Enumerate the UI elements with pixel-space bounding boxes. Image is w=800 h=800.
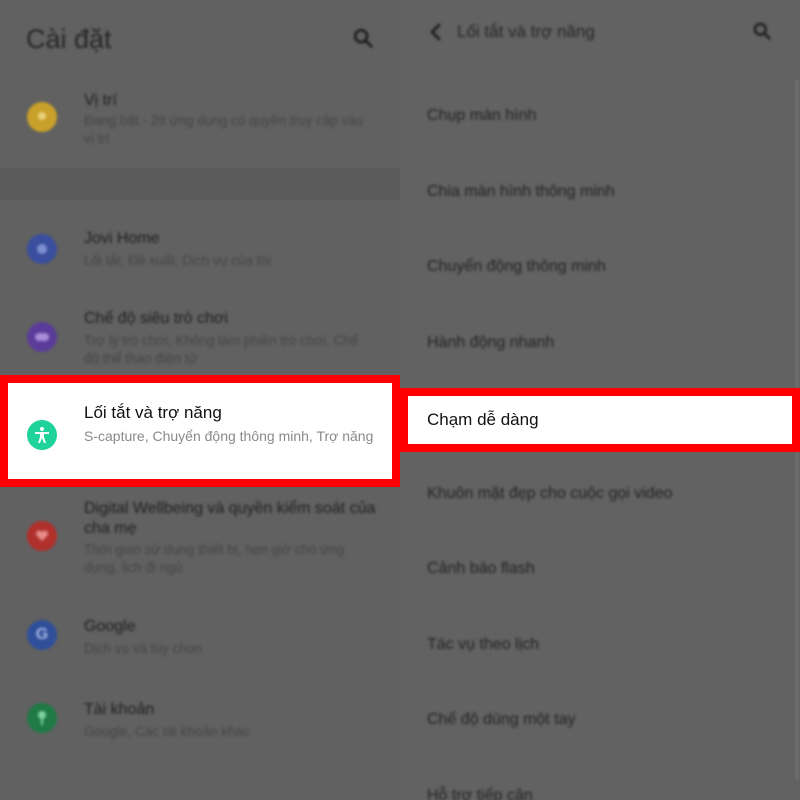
menu-item-flash-alert[interactable]: Cảnh báo flash (427, 560, 535, 578)
item-subtitle: Trợ lý trò chơi, Không làm phiền trò chơ… (84, 333, 359, 366)
location-icon (27, 102, 57, 132)
accessibility-icon (27, 420, 57, 450)
item-subtitle: Dịch vụ và tùy chọn (84, 641, 202, 656)
settings-item-game-mode[interactable]: Chế độ siêu trò chơi Trợ lý trò chơi, Kh… (0, 308, 400, 368)
item-title: Digital Wellbeing và quyền kiểm soát của… (84, 500, 376, 537)
menu-item-one-hand-mode[interactable]: Chế độ dùng một tay (427, 711, 576, 729)
menu-item-scheduled-tasks[interactable]: Tác vụ theo lịch (427, 636, 539, 654)
item-subtitle: Google, Các tài khoản khác (84, 724, 250, 739)
jovi-icon (27, 234, 57, 264)
section-divider (0, 168, 400, 200)
menu-item-screenshot[interactable]: Chụp màn hình (427, 107, 536, 125)
menu-item-quick-action[interactable]: Hành động nhanh (427, 334, 554, 352)
item-subtitle: Lối tắt, Đề xuất, Dịch vụ của tôi (84, 253, 271, 268)
heart-icon (27, 521, 57, 551)
settings-item-account[interactable]: Tài khoản Google, Các tài khoản khác (0, 699, 400, 749)
menu-item-smart-motion[interactable]: Chuyển động thông minh (427, 258, 606, 276)
menu-item-label: Chạm dễ dàng (427, 410, 539, 429)
gamepad-icon (27, 322, 57, 352)
highlight-frame-left: Lối tắt và trợ năng S-capture, Chuyển độ… (0, 375, 400, 487)
key-icon (27, 703, 57, 733)
item-subtitle: Thời gian sử dụng thiết bị, hẹn giờ cho … (84, 542, 345, 575)
menu-item-accessibility-support[interactable]: Hỗ trợ tiếp cận (427, 787, 533, 800)
item-title: Google (84, 618, 136, 635)
settings-item-location[interactable]: Vị trí Đang bật · 28 ứng dụng có quyền t… (0, 88, 400, 168)
item-title: Jovi Home (84, 230, 160, 247)
settings-item-digital-wellbeing[interactable]: Digital Wellbeing và quyền kiểm soát của… (0, 497, 400, 587)
menu-item-smart-split[interactable]: Chia màn hình thông minh (427, 183, 615, 201)
page-title: Cài đặt (26, 24, 112, 54)
item-title: Tài khoản (84, 701, 155, 718)
settings-item-jovi-home[interactable]: Jovi Home Lối tắt, Đề xuất, Dịch vụ của … (0, 228, 400, 288)
menu-item-easy-touch[interactable]: Chạm dễ dàng (408, 396, 792, 444)
shortcuts-header: Lối tắt và trợ năng (400, 0, 800, 70)
item-title: Vị trí (84, 92, 117, 109)
item-title: Lối tắt và trợ năng (84, 403, 222, 422)
item-subtitle: Đang bật · 28 ứng dụng có quyền truy cập… (84, 113, 364, 146)
settings-item-shortcuts-accessibility[interactable]: Lối tắt và trợ năng S-capture, Chuyển độ… (8, 383, 392, 479)
page-title: Lối tắt và trợ năng (457, 22, 595, 41)
search-icon[interactable] (752, 21, 772, 41)
settings-header: Cài đặt (0, 0, 400, 70)
menu-item-beauty-video-call[interactable]: Khuôn mặt đẹp cho cuộc gọi video (427, 485, 673, 503)
settings-item-google[interactable]: G Google Dịch vụ và tùy chọn (0, 616, 400, 666)
item-subtitle: S-capture, Chuyển động thông minh, Trợ n… (84, 428, 374, 444)
highlight-frame-right: Chạm dễ dàng (400, 388, 800, 452)
google-icon: G (27, 620, 57, 650)
back-arrow-icon[interactable] (426, 22, 446, 42)
item-title: Chế độ siêu trò chơi (84, 310, 228, 327)
search-icon[interactable] (352, 27, 374, 49)
